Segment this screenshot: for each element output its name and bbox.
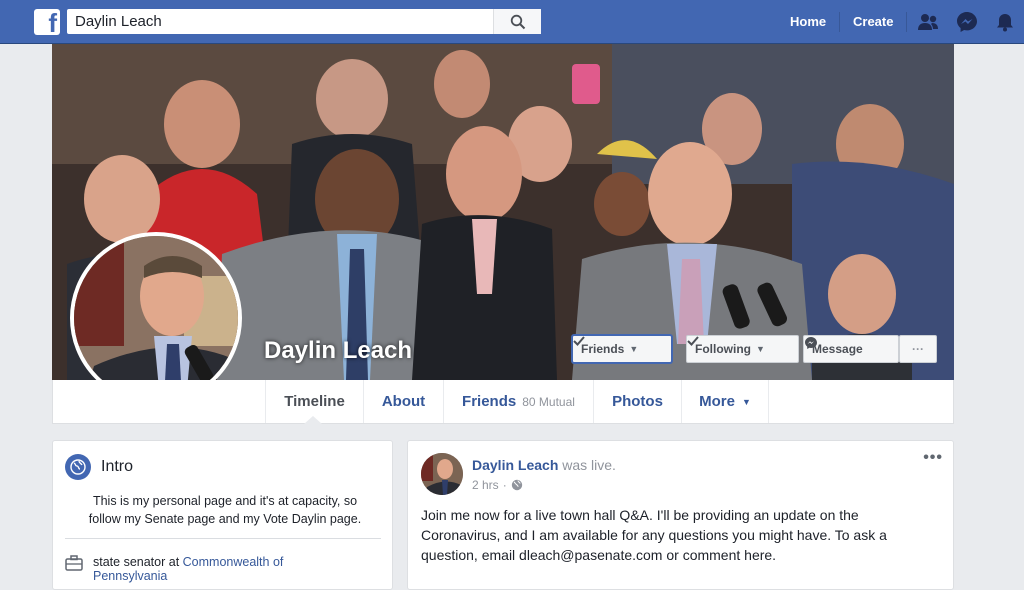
friends-button-label: Friends bbox=[581, 342, 625, 356]
profile-name: Daylin Leach bbox=[264, 337, 413, 364]
search-input[interactable] bbox=[67, 9, 493, 34]
intro-header: Intro bbox=[65, 454, 133, 480]
dot-separator: · bbox=[502, 478, 507, 492]
following-button-label: Following bbox=[695, 342, 751, 356]
chevron-down-icon: ▼ bbox=[756, 344, 765, 354]
profile-tab-bar: Timeline About Friends 80 Mutual Photos … bbox=[52, 380, 954, 424]
tab-friends[interactable]: Friends 80 Mutual bbox=[443, 380, 593, 423]
post-body: Join me now for a live town hall Q&A. I'… bbox=[421, 507, 887, 563]
globe-icon bbox=[65, 454, 91, 480]
top-navigation-bar: f Home Create bbox=[0, 0, 1024, 44]
search-icon bbox=[510, 14, 525, 29]
post-options-icon[interactable]: ••• bbox=[923, 449, 943, 467]
tab-label: More bbox=[699, 393, 735, 410]
message-button[interactable]: Message bbox=[803, 335, 899, 363]
chevron-down-icon: ▼ bbox=[629, 344, 639, 354]
employer-link[interactable]: Commonwealth of bbox=[183, 555, 284, 569]
profile-portrait-image bbox=[74, 236, 238, 400]
chevron-down-icon: ▼ bbox=[741, 396, 751, 407]
tab-label: Friends bbox=[462, 393, 517, 410]
mutual-friends-count: 80 Mutual bbox=[522, 394, 575, 409]
post-header: Daylin Leach was live. bbox=[472, 457, 616, 473]
search-button[interactable] bbox=[493, 9, 541, 34]
search-box bbox=[67, 9, 541, 34]
create-link[interactable]: Create bbox=[853, 14, 893, 29]
friend-requests-icon[interactable] bbox=[916, 10, 940, 34]
work-text: state senator at Commonwealth of Pennsylv… bbox=[93, 555, 283, 583]
following-button[interactable]: Following ▼ bbox=[686, 335, 799, 363]
intro-divider bbox=[65, 538, 381, 539]
messenger-icon bbox=[805, 337, 817, 349]
messenger-icon[interactable] bbox=[955, 10, 979, 34]
briefcase-icon bbox=[65, 555, 83, 571]
employer-link-cont[interactable]: Pennsylvania bbox=[93, 569, 167, 583]
post-card: Daylin Leach was live. 2 hrs · ••• Join … bbox=[407, 440, 954, 590]
post-meta: 2 hrs · bbox=[472, 478, 523, 492]
checkmark-icon bbox=[687, 336, 699, 346]
work-prefix: state senator at bbox=[93, 555, 183, 569]
checkmark-icon bbox=[573, 336, 585, 346]
ellipsis-icon: ··· bbox=[912, 342, 924, 356]
post-author-avatar[interactable] bbox=[421, 453, 463, 495]
facebook-logo-letter: f bbox=[48, 9, 57, 35]
notifications-bell-icon[interactable] bbox=[993, 10, 1017, 34]
tab-more[interactable]: More ▼ bbox=[681, 380, 769, 423]
more-options-button[interactable]: ··· bbox=[899, 335, 937, 363]
home-link[interactable]: Home bbox=[790, 14, 826, 29]
tab-label: Timeline bbox=[284, 393, 345, 410]
message-button-label: Message bbox=[812, 342, 863, 356]
facebook-logo-icon[interactable]: f bbox=[34, 9, 60, 35]
intro-work-item: state senator at Commonwealth of Pennsylv… bbox=[65, 555, 283, 583]
post-timestamp[interactable]: 2 hrs bbox=[472, 478, 499, 492]
friends-button[interactable]: Friends ▼ bbox=[572, 335, 672, 363]
public-globe-icon bbox=[511, 479, 522, 491]
post-action: was live. bbox=[558, 457, 616, 473]
nav-divider bbox=[906, 12, 907, 32]
post-author-link[interactable]: Daylin Leach bbox=[472, 457, 558, 473]
intro-bio: This is my personal page and it's at cap… bbox=[88, 494, 362, 526]
active-tab-indicator bbox=[304, 416, 322, 424]
tab-label: About bbox=[381, 393, 426, 410]
tab-photos[interactable]: Photos bbox=[593, 380, 681, 423]
profile-picture[interactable] bbox=[70, 232, 242, 404]
tab-about[interactable]: About bbox=[363, 380, 443, 423]
intro-title: Intro bbox=[101, 458, 134, 475]
nav-divider bbox=[839, 12, 840, 32]
intro-card: Intro This is my personal page and it's … bbox=[52, 440, 393, 590]
tab-label: Photos bbox=[612, 393, 663, 410]
